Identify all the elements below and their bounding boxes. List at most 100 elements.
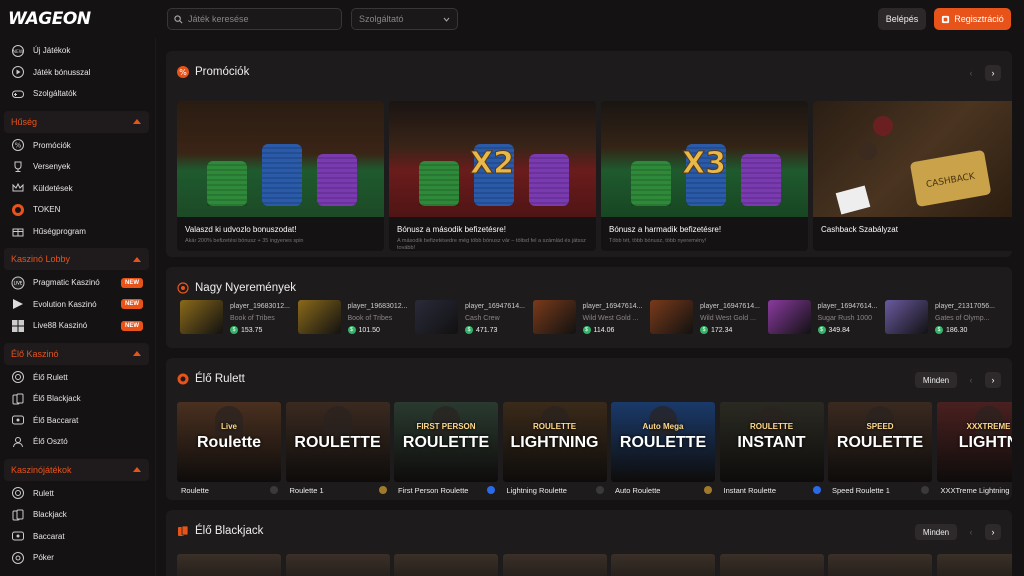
blackjack-tile[interactable] xyxy=(611,554,715,576)
blackjack-tile[interactable] xyxy=(936,554,1012,576)
prev-button[interactable]: ‹ xyxy=(963,65,979,81)
sidebar-section-header[interactable]: Kaszinójátékok xyxy=(4,458,149,481)
chevron-right-icon: › xyxy=(991,527,995,537)
win-item[interactable]: player_21317056... Gates of Olymp... $186.… xyxy=(881,300,995,338)
sidebar-item[interactable]: Baccarat xyxy=(4,526,151,548)
game-name: First Person Roulette xyxy=(398,486,469,495)
game-image: ROULETTE xyxy=(285,402,390,482)
sidebar-item[interactable]: Élő Osztó xyxy=(4,431,151,453)
poker-icon xyxy=(11,551,25,565)
provider-select[interactable]: Szolgáltató xyxy=(351,8,458,30)
blackjack-tile[interactable] xyxy=(719,554,824,576)
game-card[interactable]: ROULETTE LIGHTNING Lightning Roulette xyxy=(502,402,607,500)
roulette-all-button[interactable]: Minden xyxy=(915,372,957,388)
login-button[interactable]: Belépés xyxy=(878,8,926,30)
chevron-left-icon: ‹ xyxy=(969,375,973,385)
game-card[interactable]: Auto Mega ROULETTE Auto Roulette xyxy=(611,402,715,500)
svg-text:X2: X2 xyxy=(470,146,514,181)
win-item[interactable]: player_19683012... Book of Tribes $101.50 xyxy=(294,300,408,338)
promo-card[interactable]: Valaszd ki udvozlo bonuszodat! Akár 200% … xyxy=(177,101,384,251)
sidebar-item[interactable]: NEW Új Játékok xyxy=(4,40,151,62)
sidebar-item-label: Új Játékok xyxy=(33,46,71,56)
sidebar-item[interactable]: Live88 Kaszinó NEW xyxy=(4,315,151,337)
blackjack-tile[interactable] xyxy=(502,554,607,576)
game-thumbnail xyxy=(297,300,341,334)
win-game: Book of Tribes xyxy=(230,315,275,322)
sidebar-item[interactable]: Élő Rulett xyxy=(4,367,151,389)
sidebar-section-header[interactable]: Kaszinó Lobby xyxy=(4,248,149,270)
sidebar-top-nav: NEW Új Játékok Játék bónusszal Szolgáltatók xyxy=(0,38,155,107)
win-player: player_16947614... xyxy=(582,303,643,310)
win-item[interactable]: player_19683012... Book of Tribes $153.75 xyxy=(176,300,290,338)
sidebar-item[interactable]: Blackjack xyxy=(4,504,151,526)
logo[interactable]: WAGEON xyxy=(8,9,91,29)
blackjack-all-button[interactable]: Minden xyxy=(915,524,957,540)
main-content: % Promóciók ‹ › Valaszd ki udvozlo bonus… xyxy=(166,38,1012,576)
next-button[interactable]: › xyxy=(985,524,1001,540)
game-card[interactable]: XXXTREME LIGHTN XXXTreme Lightning xyxy=(936,402,1012,500)
provider-icon xyxy=(812,486,821,494)
win-item[interactable]: player_16947614... Wild West Gold ... $114… xyxy=(529,300,643,338)
game-card[interactable]: ROULETTE INSTANT Instant Roulette xyxy=(719,402,824,500)
sidebar-section-header[interactable]: Élő Kaszinó xyxy=(4,342,149,365)
win-player: player_19683012... xyxy=(230,303,290,310)
game-banner: ROULETTE xyxy=(836,434,924,451)
blackjack-tile[interactable] xyxy=(394,554,498,576)
win-amount: 172.34 xyxy=(711,326,733,334)
game-image: ROULETTE INSTANT xyxy=(719,402,824,482)
game-card[interactable]: FIRST PERSON ROULETTE First Person Roulett… xyxy=(394,402,498,500)
sidebar-item[interactable]: Rulett xyxy=(4,483,151,505)
promo-card[interactable]: X3 Bónusz a harmadik befizetésre! Több tét… xyxy=(601,101,808,251)
roulette-panel: Élő Rulett Minden ‹ › Live Roulette Roulet… xyxy=(166,358,1012,500)
prev-button[interactable]: ‹ xyxy=(963,372,979,388)
sidebar-item[interactable]: Élő Baccarat xyxy=(4,410,151,432)
sidebar-item[interactable]: Versenyek xyxy=(4,156,151,178)
game-image: ROULETTE LIGHTNING xyxy=(502,402,607,482)
sidebar-item[interactable]: TOKEN xyxy=(4,199,151,221)
game-card[interactable]: ROULETTE Roulette 1 xyxy=(285,402,390,500)
win-game: Wild West Gold ... xyxy=(700,315,756,322)
prev-button[interactable]: ‹ xyxy=(963,524,979,540)
token-icon xyxy=(11,203,25,217)
dealer-figure xyxy=(215,406,243,436)
sidebar-item[interactable]: Élő Blackjack xyxy=(4,388,151,410)
sidebar-item[interactable]: LIVE Pragmatic Kaszinó NEW xyxy=(4,272,151,294)
promo-description: A második befizetésedre még több bónusz … xyxy=(397,238,586,251)
win-amount: 101.50 xyxy=(358,326,380,334)
roulette-nav: Minden ‹ › xyxy=(915,372,1001,388)
search-input[interactable] xyxy=(188,14,328,24)
game-card[interactable]: Live Roulette Roulette xyxy=(177,402,281,500)
gift-icon xyxy=(11,224,25,238)
blackjack-tile[interactable] xyxy=(285,554,390,576)
roulette-title-text: Élő Rulett xyxy=(195,373,245,385)
sidebar-item[interactable]: Póker xyxy=(4,547,151,569)
win-item[interactable]: player_16947614... Cash Crew $471.73 xyxy=(411,300,525,338)
sidebar-section-header[interactable]: Hűség xyxy=(4,110,149,133)
sidebar-item[interactable]: % Promóciók xyxy=(4,135,151,157)
game-card[interactable]: SPEED ROULETTE Speed Roulette 1 xyxy=(828,402,932,500)
promo-card[interactable]: CASHBACK Cashback Szabályzat xyxy=(813,101,1012,251)
next-button[interactable]: › xyxy=(985,372,1001,388)
blackjack-panel: Élő Blackjack Minden ‹ › xyxy=(166,510,1012,576)
win-player: player_19683012... xyxy=(347,303,408,310)
win-amount-row: $186.30 xyxy=(935,326,967,334)
sidebar-item[interactable]: Hűségprogram xyxy=(4,221,151,243)
sidebar-item[interactable]: Evolution Kaszinó NEW xyxy=(4,294,151,316)
blackjack-tile[interactable] xyxy=(177,554,281,576)
sidebar-section-items: LIVE Pragmatic Kaszinó NEW Evolution Kaszin… xyxy=(0,270,155,339)
win-amount: 114.06 xyxy=(593,326,615,334)
dealer-figure xyxy=(974,406,1003,436)
dealer-figure xyxy=(649,406,677,436)
win-item[interactable]: player_16947614... Sugar Rush 1000 $349.84 xyxy=(764,300,877,338)
next-button[interactable]: › xyxy=(985,65,1001,81)
sidebar-item[interactable]: Küldetések xyxy=(4,178,151,200)
blackjack-tile[interactable] xyxy=(828,554,932,576)
sidebar-item[interactable]: Játék bónusszal xyxy=(4,62,151,84)
search-box[interactable] xyxy=(167,8,342,30)
promo-card[interactable]: X2 Bónusz a második befizetésre! A második… xyxy=(389,101,596,251)
win-item[interactable]: player_16947614... Wild West Gold ... $172… xyxy=(646,300,760,338)
sidebar-item[interactable]: Szolgáltatók xyxy=(4,83,151,105)
play-bonus-icon xyxy=(11,65,25,79)
win-player: player_16947614... xyxy=(700,303,760,310)
register-button[interactable]: Regisztráció xyxy=(934,8,1011,30)
